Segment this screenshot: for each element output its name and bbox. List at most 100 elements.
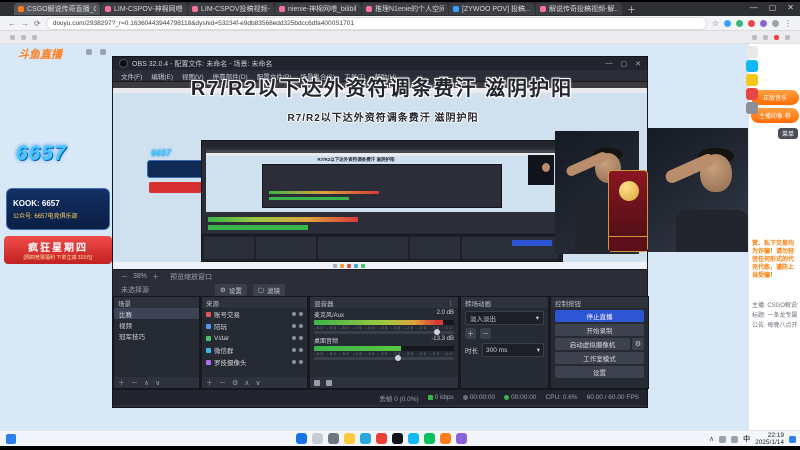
lock-icon[interactable]: [299, 348, 303, 352]
mixer-menu-icon[interactable]: ⋮: [448, 299, 455, 307]
weather-widget-icon[interactable]: [6, 434, 16, 444]
add-scene-icon[interactable]: ＋: [118, 378, 125, 388]
maximize-icon[interactable]: ▢: [769, 3, 777, 12]
extension-icon[interactable]: [748, 19, 755, 27]
app-taskbar-icon[interactable]: [456, 433, 467, 444]
settings-button[interactable]: 设置: [555, 366, 644, 378]
obs-minimize-icon[interactable]: —: [606, 60, 613, 68]
douyu-taskbar-icon[interactable]: [440, 433, 451, 444]
obs-close-icon[interactable]: ✕: [635, 60, 641, 68]
file-explorer-icon[interactable]: [344, 433, 355, 444]
virtual-camera-settings-icon[interactable]: ⚙: [632, 338, 644, 350]
volume-slider[interactable]: [314, 355, 454, 361]
bookmark-star-icon[interactable]: ☆: [712, 19, 719, 28]
volume-slider[interactable]: [314, 329, 454, 335]
zoom-out-icon[interactable]: －: [121, 272, 128, 282]
source-down-icon[interactable]: ∨: [255, 379, 260, 387]
slider-knob[interactable]: [395, 355, 402, 361]
duration-spinner[interactable]: 300 ms ▾: [482, 343, 544, 357]
visibility-eye-icon[interactable]: [292, 348, 296, 352]
network-icon[interactable]: [719, 435, 727, 443]
source-item[interactable]: 陪玩: [202, 320, 307, 332]
scene-item[interactable]: 冠军技巧: [114, 330, 199, 341]
studio-mode-button[interactable]: 工作室模式: [555, 352, 644, 364]
source-properties-icon[interactable]: ⚙: [232, 379, 238, 387]
slider-knob[interactable]: [434, 329, 441, 335]
spinner-caret-icon[interactable]: ▾: [537, 346, 540, 354]
source-filters-button[interactable]: ▢ 滤镜: [252, 283, 285, 296]
lock-icon[interactable]: [299, 360, 303, 364]
source-item[interactable]: 微信群: [202, 344, 307, 356]
speaker-icon[interactable]: [326, 379, 332, 386]
floating-icon[interactable]: [746, 46, 758, 58]
start-recording-button[interactable]: 开始录制: [555, 324, 644, 336]
remove-transition-button[interactable]: －: [480, 328, 491, 339]
new-tab-button[interactable]: ＋: [627, 3, 636, 16]
obs-taskbar-icon[interactable]: [392, 433, 403, 444]
scene-up-icon[interactable]: ∧: [144, 379, 149, 387]
browser-tab[interactable]: nienie-神棉网喂_bilibili: [275, 3, 361, 15]
lock-icon[interactable]: [299, 336, 303, 340]
edge-icon[interactable]: [360, 433, 371, 444]
visibility-eye-icon[interactable]: [292, 312, 296, 316]
tray-expand-icon[interactable]: ∧: [709, 435, 714, 443]
profile-avatar[interactable]: [772, 19, 779, 27]
extension-icon[interactable]: [760, 19, 767, 27]
volume-icon[interactable]: [731, 435, 739, 443]
close-icon[interactable]: ✕: [787, 3, 794, 12]
qq-taskbar-icon[interactable]: [408, 433, 419, 444]
toolbar-icon[interactable]: [785, 34, 790, 40]
notification-icon[interactable]: [789, 435, 796, 443]
browser-tab[interactable]: 推理N1enie的个人空间...: [362, 3, 448, 15]
obs-maximize-icon[interactable]: ▢: [621, 60, 628, 68]
bookmark-icon[interactable]: [10, 34, 15, 40]
browser-tab[interactable]: LIM-CSPOV投稿视频-L...: [188, 3, 274, 15]
add-transition-button[interactable]: ＋: [465, 328, 476, 339]
scene-down-icon[interactable]: ∨: [155, 379, 160, 387]
remove-source-icon[interactable]: －: [219, 378, 226, 388]
start-virtual-camera-button[interactable]: 启动虚拟摄像机: [555, 338, 630, 350]
ime-indicator[interactable]: 中: [743, 434, 750, 444]
stop-streaming-button[interactable]: 停止直播: [555, 310, 644, 322]
lock-icon[interactable]: [299, 312, 303, 316]
browser-tab[interactable]: LIM-CSPOV-神棉网喂-L...: [101, 3, 187, 15]
back-icon[interactable]: ←: [8, 19, 16, 28]
floating-icon[interactable]: [746, 74, 758, 86]
remove-scene-icon[interactable]: －: [131, 378, 138, 388]
source-properties-button[interactable]: ⚙ 设置: [215, 283, 247, 296]
qq-icon[interactable]: [746, 60, 758, 72]
lock-icon[interactable]: [299, 324, 303, 328]
obs-titlebar[interactable]: OBS 32.0.4 - 配置文件: 未命名 - 场景: 未命名 — ▢ ✕: [113, 57, 647, 70]
browser-menu-icon[interactable]: ⋮: [784, 19, 792, 28]
browser-tab[interactable]: CSGO解说传奇直播_CS...: [14, 3, 100, 15]
floating-icon[interactable]: [746, 102, 758, 114]
search-icon[interactable]: [312, 433, 323, 444]
obs-preview-canvas[interactable]: 6657 R7/R2以下达外资符调条费汗 滋阴护阳 R7/R2以下达外资符调条费…: [113, 82, 647, 269]
transition-select[interactable]: 淡入淡出 ▾: [465, 311, 544, 325]
source-item[interactable]: 罗技摄像头: [202, 356, 307, 368]
task-view-icon[interactable]: [328, 433, 339, 444]
source-item[interactable]: 账号交易: [202, 308, 307, 320]
bookmark-icon[interactable]: [32, 34, 37, 40]
toolbar-icon[interactable]: [763, 34, 768, 40]
toolbar-icon[interactable]: [774, 34, 779, 40]
browser-tab[interactable]: [ZYWOO POV] 投稿...: [449, 3, 535, 15]
source-up-icon[interactable]: ∧: [244, 379, 249, 387]
start-button[interactable]: [296, 433, 307, 444]
toolbar-icon[interactable]: [752, 34, 757, 40]
wechat-taskbar-icon[interactable]: [424, 433, 435, 444]
speaker-icon[interactable]: [314, 379, 320, 386]
visibility-eye-icon[interactable]: [292, 360, 296, 364]
treasure-widget[interactable]: [608, 170, 648, 252]
floating-icon[interactable]: [746, 88, 758, 100]
forward-icon[interactable]: →: [21, 19, 29, 28]
nav-icon[interactable]: [86, 49, 92, 55]
nav-icon[interactable]: [100, 49, 106, 55]
douyu-logo[interactable]: 斗鱼直播: [18, 46, 62, 62]
address-bar[interactable]: douyu.com/2938297?_r=0.16360443944798118…: [45, 16, 707, 30]
taskbar-clock[interactable]: 22:19 2025/1/14: [755, 432, 784, 446]
extension-icon[interactable]: [736, 19, 743, 27]
reload-icon[interactable]: ⟳: [34, 19, 41, 28]
chrome-icon[interactable]: [376, 433, 387, 444]
visibility-eye-icon[interactable]: [292, 336, 296, 340]
